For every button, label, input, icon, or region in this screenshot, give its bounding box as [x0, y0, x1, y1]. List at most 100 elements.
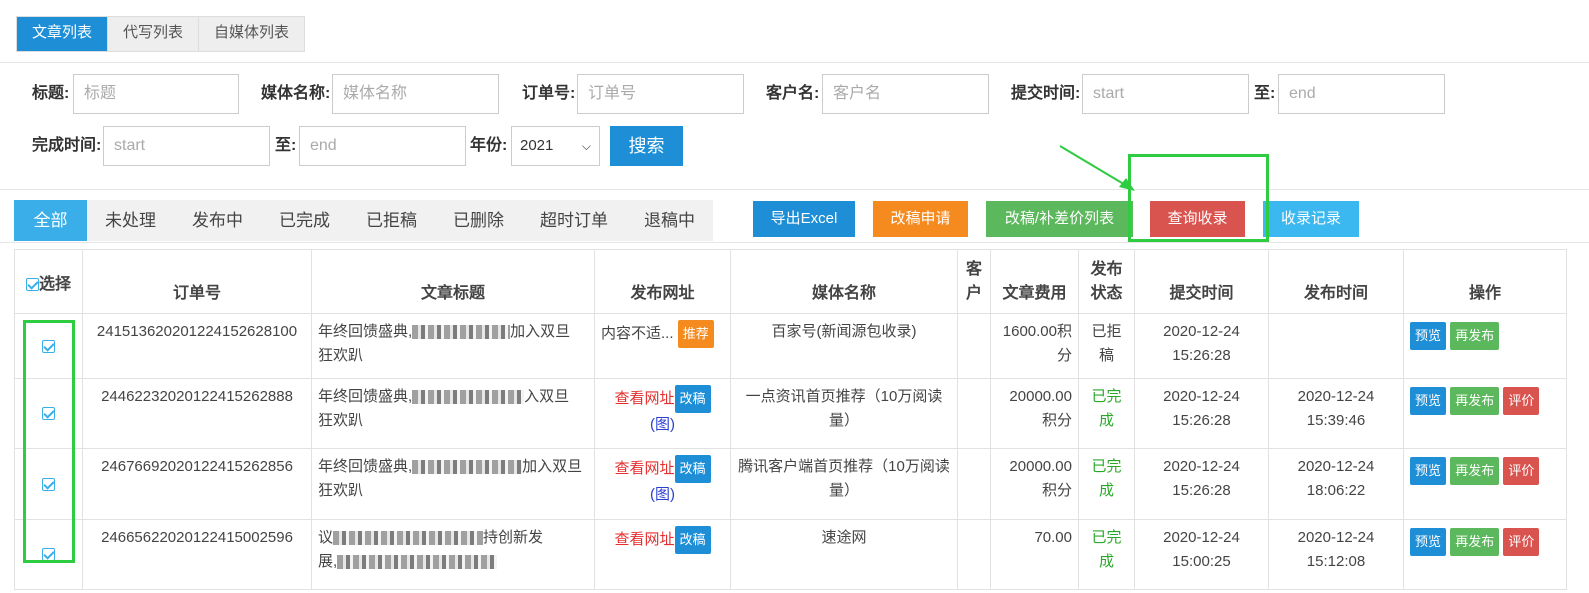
divider: [0, 242, 1589, 243]
submit-time-cell: 2020-12-24 15:00:25: [1134, 519, 1269, 590]
title-cell: 议持创新发 展,: [311, 519, 595, 590]
republish-button[interactable]: 再发布: [1450, 322, 1500, 350]
chevron-down-icon: ⌵: [581, 139, 591, 153]
tab-article-list[interactable]: 文章列表: [17, 17, 109, 51]
rate-button[interactable]: 评价: [1503, 528, 1540, 556]
search-button[interactable]: 搜索: [610, 126, 683, 166]
fee-cell: 1600.00积分: [990, 313, 1079, 379]
customer-cell: [957, 519, 991, 590]
revise-button[interactable]: 改稿: [674, 455, 711, 483]
customer-input[interactable]: [822, 74, 989, 114]
row-checkbox[interactable]: [42, 407, 55, 421]
preview-button[interactable]: 预览: [1410, 322, 1447, 350]
submit-end-input[interactable]: [1278, 74, 1445, 114]
media-header: 媒体名称: [730, 249, 958, 314]
blurred-text: [412, 325, 511, 340]
rate-button[interactable]: 评价: [1503, 387, 1540, 415]
tab-deleted[interactable]: 已删除: [435, 200, 522, 241]
submit-time-header: 提交时间: [1134, 249, 1269, 314]
submit-start-input[interactable]: [1082, 74, 1249, 114]
tab-returning[interactable]: 退稿中: [626, 200, 713, 241]
finish-time-label: 完成时间:: [32, 137, 102, 154]
image-link[interactable]: (图): [650, 486, 675, 503]
submit-time-cell: 2020-12-24 15:26:28: [1134, 313, 1269, 379]
status-cell: 已完成: [1078, 448, 1135, 520]
blurred-text: [412, 460, 523, 475]
rate-button[interactable]: 评价: [1503, 457, 1540, 485]
tab-rejected[interactable]: 已拒稿: [348, 200, 435, 241]
finish-start-input[interactable]: [103, 126, 270, 166]
customer-cell: [957, 448, 991, 520]
select-header: 选择: [14, 249, 83, 314]
media-cell: 速途网: [730, 519, 958, 590]
table-row: 24665622020122415002596 议持创新发 展, 查看网址 改稿 速…: [14, 519, 1567, 590]
title-input[interactable]: [73, 74, 239, 114]
table-row: 241513620201224152628100 年终回馈盛典, 加入双旦 狂欢趴 …: [14, 313, 1567, 379]
select-all-checkbox[interactable]: [25, 277, 39, 291]
revise-button[interactable]: 改稿: [674, 526, 711, 554]
fee-header: 文章费用: [990, 249, 1079, 314]
status-cell: 已拒稿: [1078, 313, 1135, 379]
image-link[interactable]: (图): [650, 416, 675, 433]
revise-list-button[interactable]: 改稿/补差价列表: [986, 201, 1133, 237]
status-cell: 已完成: [1078, 519, 1135, 590]
title-cell: 年终回馈盛典, 入双旦 狂欢趴: [311, 378, 595, 449]
divider: [0, 62, 1589, 63]
submit-time-label: 提交时间:: [1011, 85, 1081, 102]
status-header: 发布 状态: [1078, 249, 1135, 314]
to-label: 至:: [275, 137, 297, 154]
republish-button[interactable]: 再发布: [1450, 387, 1500, 415]
tab-completed[interactable]: 已完成: [261, 200, 348, 241]
customer-cell: [957, 378, 991, 449]
republish-button[interactable]: 再发布: [1450, 457, 1500, 485]
tab-ghostwrite-list[interactable]: 代写列表: [108, 17, 200, 51]
top-tabs: 文章列表 代写列表 自媒体列表: [16, 16, 306, 52]
arrow-annotation: [1059, 145, 1135, 191]
view-url-link[interactable]: 查看网址: [614, 390, 674, 407]
row-select-cell: [14, 378, 83, 449]
title-label: 标题:: [32, 85, 70, 102]
url-cell: 内容不适... 推荐: [594, 313, 731, 379]
query-income-button[interactable]: 查询收录: [1150, 201, 1245, 237]
view-url-link[interactable]: 查看网址: [614, 531, 674, 548]
row-select-cell: [14, 519, 83, 590]
export-excel-button[interactable]: 导出Excel: [753, 201, 855, 237]
tab-selfmedia-list[interactable]: 自媒体列表: [199, 17, 305, 51]
table-row: 24462232020122415262888 年终回馈盛典, 入双旦 狂欢趴 查看…: [14, 378, 1567, 449]
divider: [0, 189, 1589, 190]
row-checkbox[interactable]: [42, 339, 55, 353]
preview-button[interactable]: 预览: [1410, 387, 1447, 415]
order-label: 订单号:: [522, 85, 576, 102]
order-input[interactable]: [577, 74, 744, 114]
row-select-cell: [14, 448, 83, 520]
tab-overdue[interactable]: 超时订单: [522, 200, 626, 241]
media-cell: 百家号(新闻源包收录): [730, 313, 958, 379]
publish-time-header: 发布时间: [1268, 249, 1404, 314]
media-label: 媒体名称:: [261, 85, 331, 102]
row-checkbox[interactable]: [42, 477, 55, 491]
republish-button[interactable]: 再发布: [1450, 528, 1500, 556]
order-cell: 24665622020122415002596: [82, 519, 312, 590]
year-value: 2021: [520, 137, 554, 154]
blurred-text: [412, 390, 525, 405]
order-cell: 24462232020122415262888: [82, 378, 312, 449]
row-checkbox[interactable]: [42, 548, 55, 562]
submit-time-cell: 2020-12-24 15:26:28: [1134, 378, 1269, 449]
income-record-button[interactable]: 收录记录: [1263, 201, 1359, 237]
tab-all[interactable]: 全部: [14, 200, 87, 241]
media-input[interactable]: [332, 74, 499, 114]
tab-unprocessed[interactable]: 未处理: [87, 200, 174, 241]
tab-publishing[interactable]: 发布中: [174, 200, 261, 241]
customer-header: 客户: [957, 249, 991, 314]
preview-button[interactable]: 预览: [1410, 528, 1447, 556]
year-select[interactable]: 2021 ⌵: [511, 126, 600, 166]
fee-cell: 70.00: [990, 519, 1079, 590]
ops-header: 操作: [1403, 249, 1567, 314]
finish-end-input[interactable]: [299, 126, 466, 166]
view-url-link[interactable]: 查看网址: [614, 460, 674, 477]
preview-button[interactable]: 预览: [1410, 457, 1447, 485]
revise-request-button[interactable]: 改稿申请: [873, 201, 968, 237]
recommend-button[interactable]: 推荐: [677, 320, 714, 348]
blurred-text: [333, 531, 484, 546]
revise-button[interactable]: 改稿: [674, 385, 711, 413]
